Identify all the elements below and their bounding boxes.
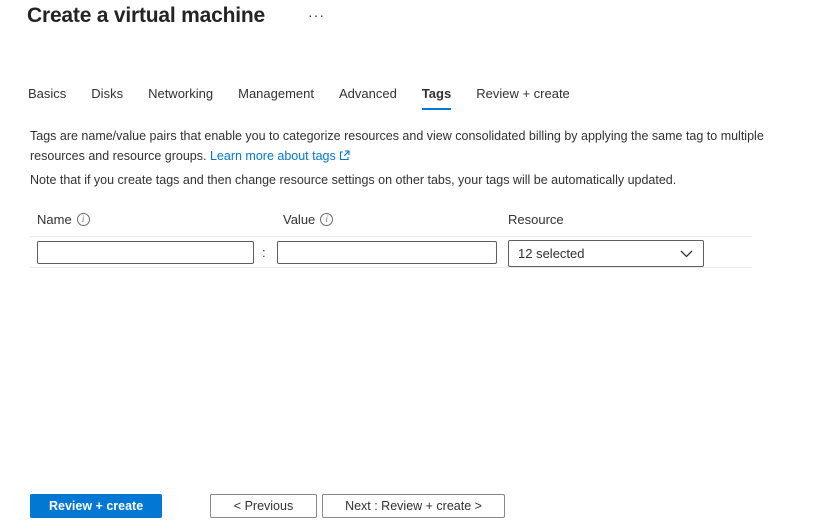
more-icon[interactable]: ··· [308, 8, 325, 22]
name-value-separator: : [262, 245, 266, 260]
column-header-resource: Resource [508, 212, 564, 227]
previous-button[interactable]: < Previous [210, 494, 317, 518]
create-vm-page: Create a virtual machine ··· Basics Disks… [0, 0, 819, 531]
chevron-down-icon [680, 246, 693, 261]
tab-disks[interactable]: Disks [91, 86, 123, 110]
info-icon[interactable]: i [77, 213, 90, 226]
column-header-value: Value i [283, 212, 333, 227]
next-button[interactable]: Next : Review + create > [322, 494, 505, 518]
tag-name-input[interactable] [37, 241, 254, 264]
tags-description: Tags are name/value pairs that enable yo… [30, 126, 780, 166]
resource-dropdown[interactable]: 12 selected [508, 240, 704, 267]
tab-bar: Basics Disks Networking Management Advanced T… [28, 86, 595, 110]
tags-description-text: Tags are name/value pairs that enable yo… [30, 129, 764, 163]
column-header-resource-label: Resource [508, 212, 564, 227]
tab-networking[interactable]: Networking [148, 86, 213, 110]
tab-advanced[interactable]: Advanced [339, 86, 397, 110]
tags-note: Note that if you create tags and then ch… [30, 173, 780, 187]
learn-more-link-label: Learn more about tags [210, 149, 336, 163]
tab-management[interactable]: Management [238, 86, 314, 110]
page-title: Create a virtual machine [27, 4, 265, 28]
learn-more-link[interactable]: Learn more about tags [210, 149, 350, 163]
review-create-button[interactable]: Review + create [30, 494, 162, 518]
external-link-icon [339, 149, 350, 163]
tab-tags[interactable]: Tags [422, 86, 451, 110]
column-header-value-label: Value [283, 212, 315, 227]
column-header-name: Name i [37, 212, 90, 227]
tab-review-create[interactable]: Review + create [476, 86, 570, 110]
resource-dropdown-value: 12 selected [518, 246, 585, 261]
info-icon[interactable]: i [320, 213, 333, 226]
table-divider-top [30, 236, 752, 237]
tag-value-input[interactable] [277, 241, 497, 264]
tab-basics[interactable]: Basics [28, 86, 66, 110]
column-header-name-label: Name [37, 212, 72, 227]
table-divider-bottom [30, 267, 752, 268]
